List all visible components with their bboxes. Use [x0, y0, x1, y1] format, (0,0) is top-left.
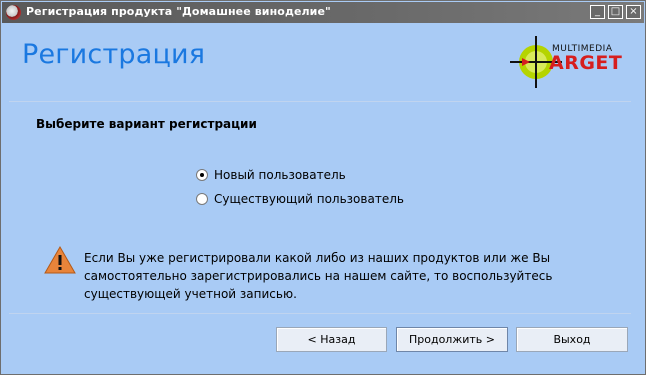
header: Регистрация MULTIMEDIA ARGET	[2, 23, 644, 101]
registration-window: Регистрация продукта "Домашнее виноделие…	[0, 0, 646, 375]
option-new-user[interactable]: Новый пользователь	[196, 168, 346, 182]
minimize-button[interactable]: _	[590, 5, 605, 19]
notice-line: самостоятельно зарегистрировались на наш…	[84, 269, 553, 283]
window-title: Регистрация продукта "Домашнее виноделие…	[26, 5, 331, 18]
continue-button[interactable]: Продолжить >	[396, 327, 508, 352]
notice-text: Если Вы уже регистрировали какой либо из…	[84, 249, 604, 303]
instruction-text: Выберите вариант регистрации	[36, 117, 257, 131]
title-bar[interactable]: Регистрация продукта "Домашнее виноделие…	[2, 2, 644, 23]
exit-button[interactable]: Выход	[516, 327, 628, 352]
back-button[interactable]: < Назад	[276, 327, 387, 352]
target-logo: MULTIMEDIA ARGET	[510, 36, 622, 88]
option-label[interactable]: Новый пользователь	[214, 168, 346, 182]
logo-main-text: ARGET	[549, 52, 622, 74]
radio-existing-user[interactable]	[196, 193, 208, 205]
maximize-button[interactable]: □	[608, 5, 623, 19]
header-divider	[9, 101, 631, 102]
page-title: Регистрация	[22, 39, 206, 70]
close-button[interactable]: ×	[626, 5, 641, 19]
footer-divider	[9, 313, 631, 314]
option-label[interactable]: Существующий пользователь	[214, 192, 404, 206]
notice-line: Если Вы уже регистрировали какой либо из…	[84, 251, 551, 265]
option-existing-user[interactable]: Существующий пользователь	[196, 192, 404, 206]
app-icon	[6, 5, 21, 20]
notice-line: существующей учетной записью.	[84, 287, 297, 301]
warning-icon	[44, 246, 76, 274]
radio-new-user[interactable]	[196, 169, 208, 181]
